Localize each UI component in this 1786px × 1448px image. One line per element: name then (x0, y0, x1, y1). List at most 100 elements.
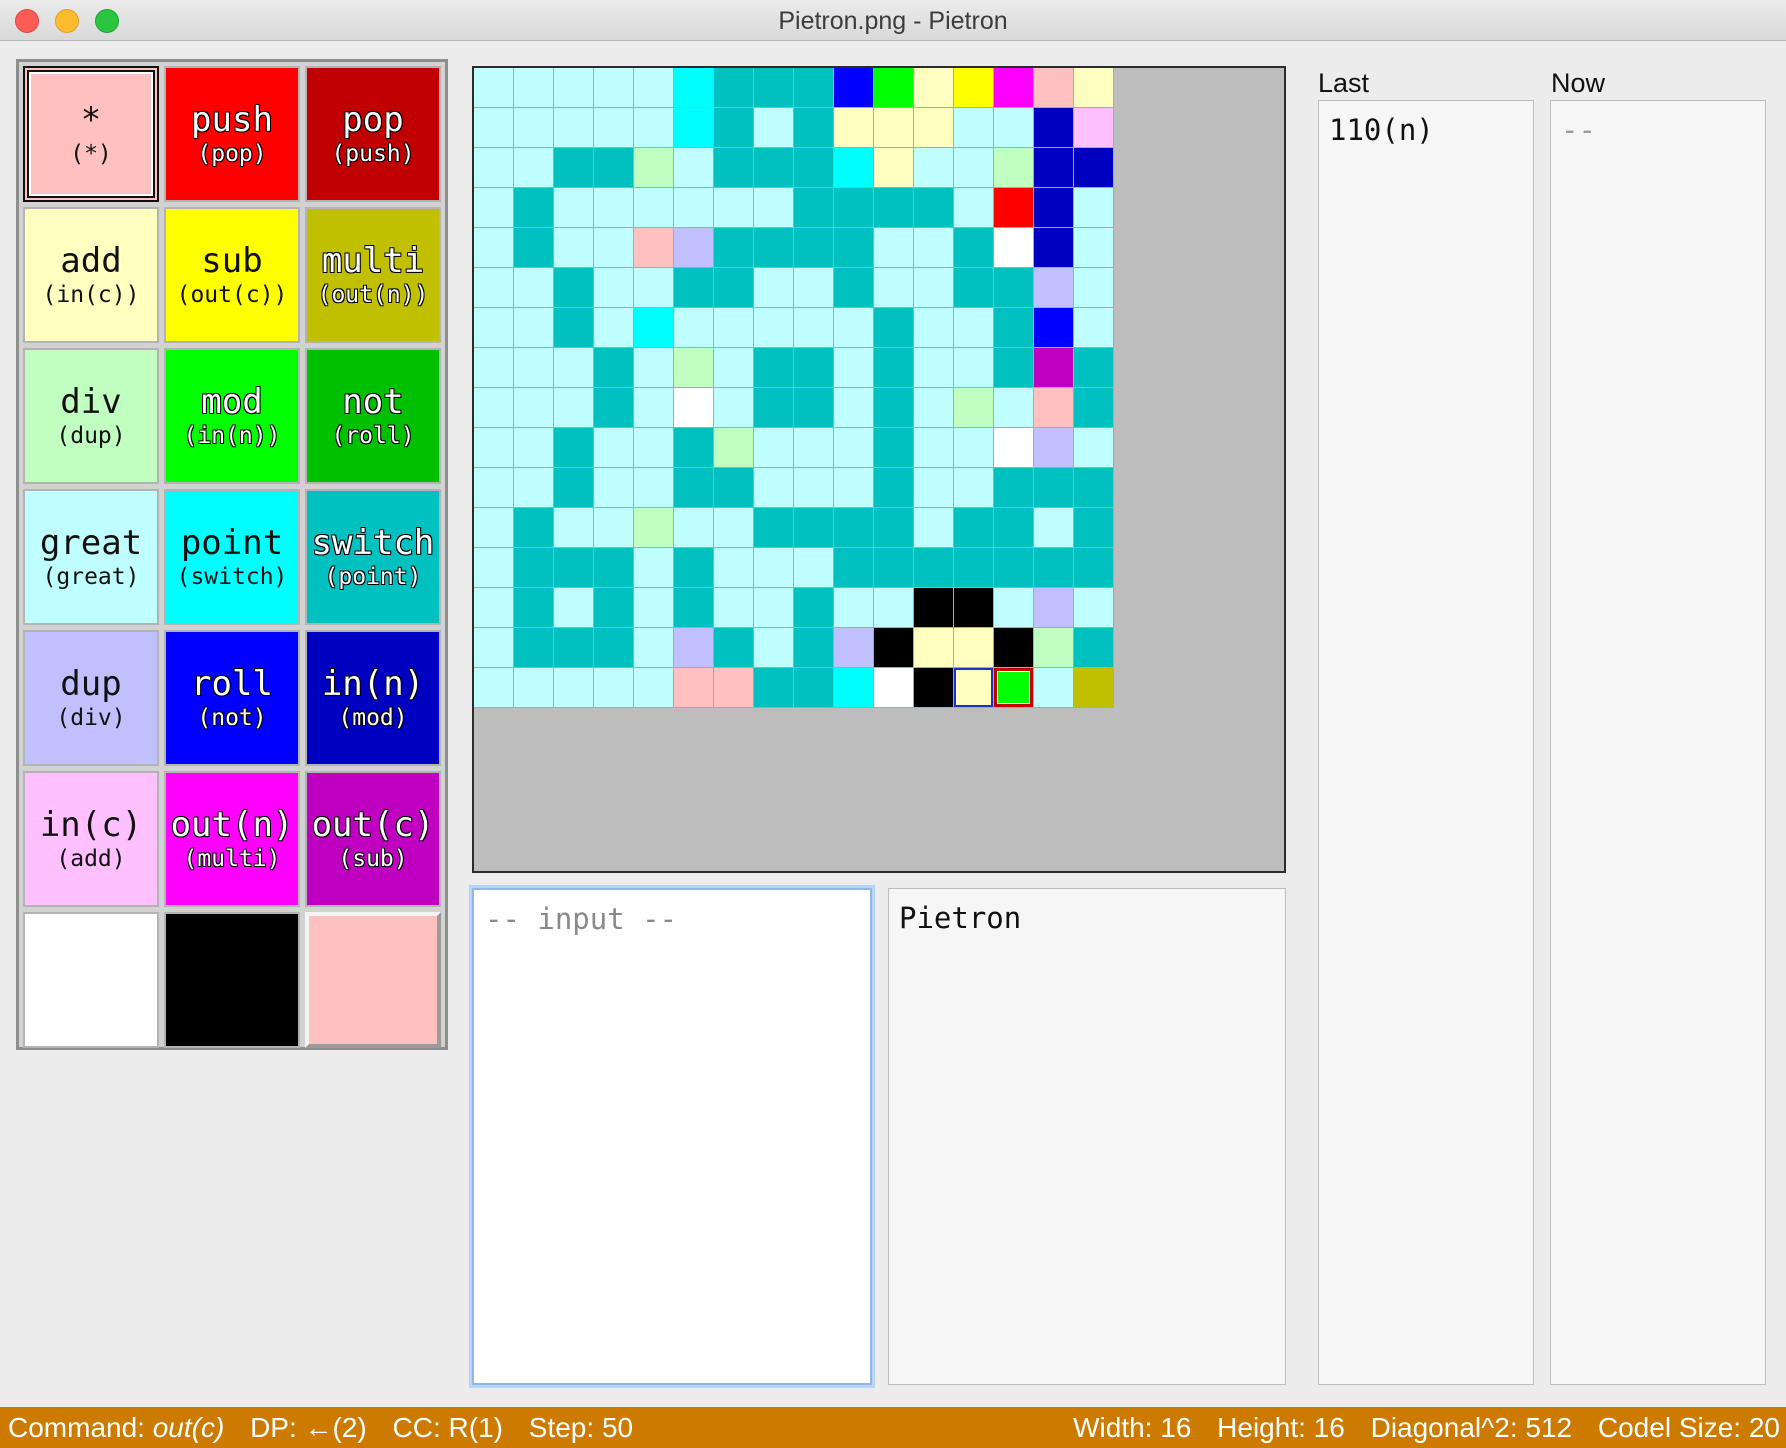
codel[interactable] (1034, 548, 1074, 588)
codel[interactable] (714, 628, 754, 668)
codel[interactable] (714, 668, 754, 708)
codel[interactable] (954, 68, 994, 108)
codel[interactable] (674, 348, 714, 388)
codel[interactable] (594, 588, 634, 628)
codel[interactable] (794, 508, 834, 548)
codel[interactable] (874, 628, 914, 668)
codel[interactable] (834, 548, 874, 588)
codel[interactable] (1074, 388, 1114, 428)
codel[interactable] (474, 588, 514, 628)
codel[interactable] (1074, 108, 1114, 148)
codel[interactable] (834, 148, 874, 188)
codel[interactable] (514, 468, 554, 508)
codel[interactable] (594, 228, 634, 268)
codel[interactable] (754, 508, 794, 548)
codel[interactable] (474, 308, 514, 348)
codel[interactable] (1034, 108, 1074, 148)
codel[interactable] (794, 628, 834, 668)
codel[interactable] (794, 308, 834, 348)
codel[interactable] (674, 388, 714, 428)
codel[interactable] (994, 628, 1034, 668)
codel[interactable] (914, 508, 954, 548)
codel[interactable] (914, 428, 954, 468)
palette-sub-button[interactable]: sub (out(c)) (164, 207, 300, 343)
codel[interactable] (554, 348, 594, 388)
codel[interactable] (834, 588, 874, 628)
codel[interactable] (1074, 668, 1114, 708)
codel[interactable] (954, 228, 994, 268)
codel[interactable] (994, 148, 1034, 188)
codel[interactable] (754, 388, 794, 428)
codel[interactable] (554, 468, 594, 508)
codel[interactable] (994, 428, 1034, 468)
codel[interactable] (874, 148, 914, 188)
codel[interactable] (594, 148, 634, 188)
codel[interactable] (474, 628, 514, 668)
codel[interactable] (674, 148, 714, 188)
codel[interactable] (994, 188, 1034, 228)
codel[interactable] (994, 508, 1034, 548)
codel[interactable] (754, 268, 794, 308)
program-canvas[interactable] (472, 66, 1286, 873)
codel[interactable] (514, 148, 554, 188)
palette-add-button[interactable]: add (in(c)) (23, 207, 159, 343)
codel[interactable] (594, 428, 634, 468)
codel[interactable] (834, 268, 874, 308)
codel[interactable] (954, 628, 994, 668)
codel[interactable] (994, 348, 1034, 388)
codel[interactable] (674, 228, 714, 268)
codel[interactable] (794, 188, 834, 228)
codel[interactable] (754, 308, 794, 348)
codel[interactable] (954, 148, 994, 188)
codel[interactable] (834, 308, 874, 348)
codel[interactable] (754, 628, 794, 668)
codel[interactable] (874, 388, 914, 428)
codel[interactable] (594, 468, 634, 508)
palette-in-c-button[interactable]: in(c) (add) (23, 771, 159, 907)
codel[interactable] (874, 668, 914, 708)
codel[interactable] (794, 588, 834, 628)
codel[interactable] (714, 308, 754, 348)
codel[interactable] (914, 468, 954, 508)
codel[interactable] (594, 668, 634, 708)
codel[interactable] (554, 188, 594, 228)
codel[interactable] (834, 188, 874, 228)
codel-grid[interactable] (474, 68, 1114, 708)
codel[interactable] (954, 508, 994, 548)
codel[interactable] (874, 428, 914, 468)
codel[interactable] (834, 388, 874, 428)
codel[interactable] (1074, 508, 1114, 548)
codel[interactable] (674, 268, 714, 308)
codel[interactable] (634, 468, 674, 508)
codel[interactable] (874, 68, 914, 108)
codel[interactable] (474, 508, 514, 548)
codel[interactable] (754, 108, 794, 148)
codel[interactable] (594, 188, 634, 228)
codel[interactable] (674, 428, 714, 468)
codel[interactable] (1034, 348, 1074, 388)
codel[interactable] (714, 388, 754, 428)
codel[interactable] (794, 68, 834, 108)
codel[interactable] (954, 188, 994, 228)
codel[interactable] (594, 388, 634, 428)
codel[interactable] (834, 428, 874, 468)
codel[interactable] (994, 228, 1034, 268)
codel[interactable] (834, 468, 874, 508)
codel[interactable] (594, 508, 634, 548)
codel[interactable] (994, 588, 1034, 628)
codel[interactable] (514, 68, 554, 108)
codel[interactable] (1034, 628, 1074, 668)
codel[interactable] (954, 468, 994, 508)
codel[interactable] (554, 148, 594, 188)
palette-blank-19-button[interactable] (164, 912, 300, 1048)
codel[interactable] (554, 668, 594, 708)
codel[interactable] (714, 468, 754, 508)
palette-great-button[interactable]: great (great) (23, 489, 159, 625)
codel[interactable] (794, 108, 834, 148)
codel[interactable] (514, 268, 554, 308)
codel[interactable] (994, 548, 1034, 588)
codel[interactable] (834, 628, 874, 668)
codel[interactable] (554, 268, 594, 308)
codel[interactable] (474, 668, 514, 708)
codel[interactable] (954, 428, 994, 468)
